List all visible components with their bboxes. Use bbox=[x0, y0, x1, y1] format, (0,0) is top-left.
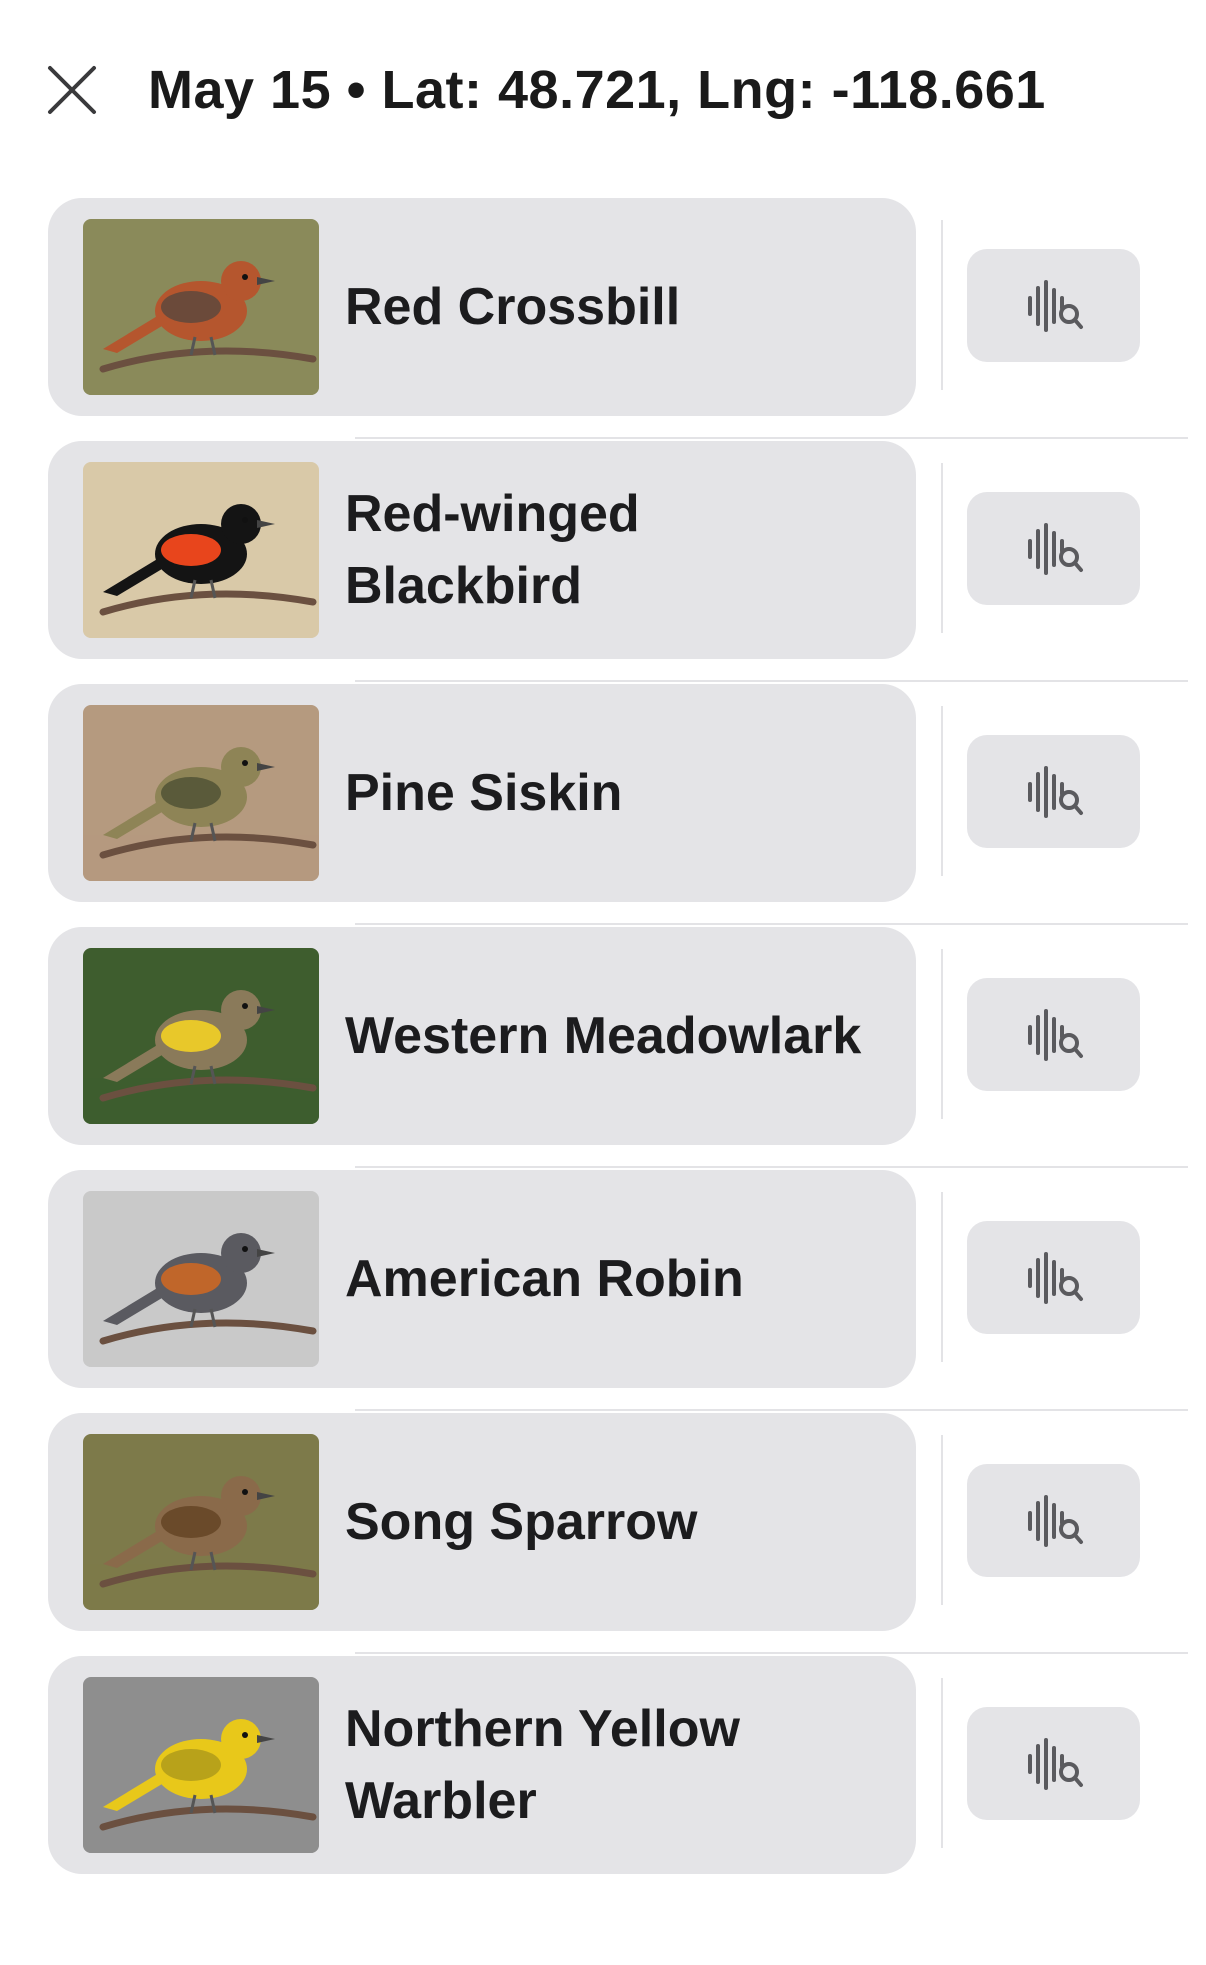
bird-card[interactable]: Western Meadowlark bbox=[48, 927, 916, 1145]
bird-photo-illustration bbox=[83, 705, 319, 881]
sound-search-icon bbox=[1027, 1494, 1083, 1547]
bird-photo bbox=[83, 462, 319, 638]
sound-search-button[interactable] bbox=[967, 1221, 1140, 1334]
row-separator bbox=[941, 949, 943, 1119]
page-title: May 15 • Lat: 48.721, Lng: -118.661 bbox=[148, 60, 1046, 120]
list-item: Song Sparrow bbox=[0, 1411, 1206, 1654]
bird-name: Song Sparrow bbox=[345, 1493, 698, 1551]
bird-photo bbox=[83, 1677, 319, 1853]
bird-card[interactable]: Song Sparrow bbox=[48, 1413, 916, 1631]
sound-search-button[interactable] bbox=[967, 492, 1140, 605]
row-separator bbox=[941, 220, 943, 390]
bird-name: Pine Siskin bbox=[345, 764, 623, 822]
sound-search-button[interactable] bbox=[967, 1464, 1140, 1577]
sound-search-icon bbox=[1027, 765, 1083, 818]
list-item: Red-winged Blackbird bbox=[0, 439, 1206, 682]
list-item: Pine Siskin bbox=[0, 682, 1206, 925]
sound-search-icon bbox=[1027, 279, 1083, 332]
bird-name: Red Crossbill bbox=[345, 278, 681, 336]
bird-photo bbox=[83, 705, 319, 881]
bird-card[interactable]: Northern Yellow Warbler bbox=[48, 1656, 916, 1874]
list-item: Northern Yellow Warbler bbox=[0, 1654, 1206, 1897]
bird-card[interactable]: American Robin bbox=[48, 1170, 916, 1388]
close-button[interactable] bbox=[40, 58, 104, 122]
bird-card[interactable]: Red Crossbill bbox=[48, 198, 916, 416]
bird-name: Western Meadowlark bbox=[345, 1007, 862, 1065]
header: May 15 • Lat: 48.721, Lng: -118.661 bbox=[40, 50, 1166, 130]
bird-name: American Robin bbox=[345, 1250, 744, 1308]
bird-photo bbox=[83, 948, 319, 1124]
bird-photo-illustration bbox=[83, 948, 319, 1124]
sound-search-icon bbox=[1027, 1737, 1083, 1790]
row-separator bbox=[941, 706, 943, 876]
sound-search-icon bbox=[1027, 1008, 1083, 1061]
bird-photo-illustration bbox=[83, 1677, 319, 1853]
bird-photo-illustration bbox=[83, 1191, 319, 1367]
bird-list: Red Crossbill Red-winged Blackbird Pine Si… bbox=[0, 196, 1206, 1897]
sound-search-button[interactable] bbox=[967, 1707, 1140, 1820]
list-item: American Robin bbox=[0, 1168, 1206, 1411]
bird-photo-illustration bbox=[83, 1434, 319, 1610]
bird-name: Northern Yellow Warbler bbox=[345, 1700, 740, 1830]
list-item: Western Meadowlark bbox=[0, 925, 1206, 1168]
sound-search-icon bbox=[1027, 1251, 1083, 1304]
bird-card[interactable]: Pine Siskin bbox=[48, 684, 916, 902]
sound-search-button[interactable] bbox=[967, 249, 1140, 362]
sound-search-button[interactable] bbox=[967, 978, 1140, 1091]
bird-photo bbox=[83, 1191, 319, 1367]
sound-search-button[interactable] bbox=[967, 735, 1140, 848]
bird-name: Red-winged Blackbird bbox=[345, 485, 640, 615]
bird-photo bbox=[83, 219, 319, 395]
bird-photo-illustration bbox=[83, 219, 319, 395]
row-separator bbox=[941, 1435, 943, 1605]
list-item: Red Crossbill bbox=[0, 196, 1206, 439]
bird-list-screen: May 15 • Lat: 48.721, Lng: -118.661 Red … bbox=[0, 0, 1206, 1965]
bird-card[interactable]: Red-winged Blackbird bbox=[48, 441, 916, 659]
row-separator bbox=[941, 1678, 943, 1848]
row-separator bbox=[941, 463, 943, 633]
bird-photo bbox=[83, 1434, 319, 1610]
sound-search-icon bbox=[1027, 522, 1083, 575]
row-separator bbox=[941, 1192, 943, 1362]
bird-photo-illustration bbox=[83, 462, 319, 638]
close-icon bbox=[48, 66, 96, 114]
